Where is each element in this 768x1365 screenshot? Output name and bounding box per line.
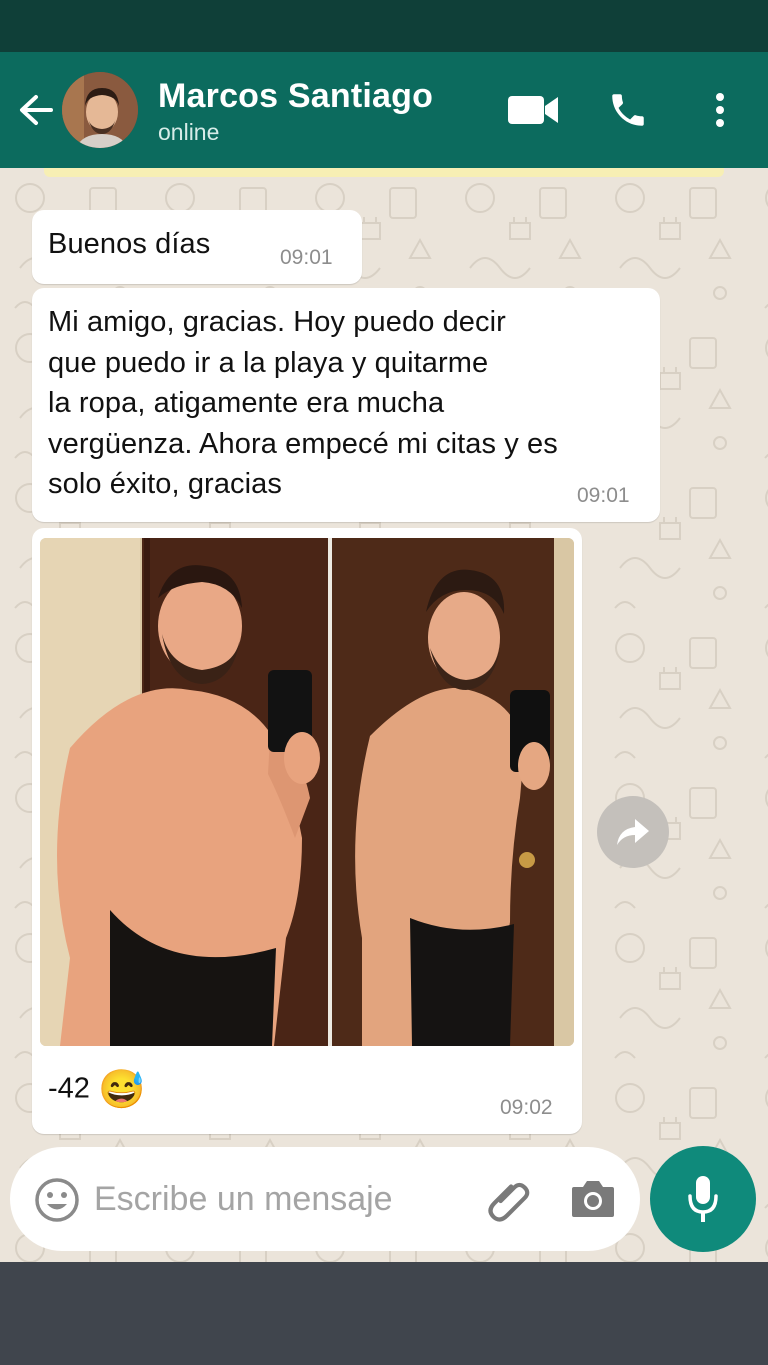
emoji-icon[interactable] — [34, 1177, 80, 1228]
message-line: solo éxito, gracias — [48, 468, 283, 500]
sweat-smile-emoji: 😅 — [97, 1069, 146, 1111]
message-bubble-incoming[interactable]: Mi amigo, gracias. Hoy puedo decir que p… — [32, 288, 660, 522]
video-camera-icon[interactable] — [505, 86, 561, 134]
message-time: 09:02 — [500, 1096, 553, 1119]
photo-caption: -42 😅 — [48, 1068, 145, 1112]
contact-name[interactable]: Marcos Santiago — [158, 77, 433, 116]
message-input[interactable] — [94, 1173, 454, 1225]
chat-header: Marcos Santiago online — [0, 52, 768, 168]
message-text: Buenos días — [48, 228, 211, 260]
message-bubble-image[interactable]: -42 😅 09:02 — [32, 528, 582, 1134]
microphone-icon[interactable] — [650, 1146, 756, 1252]
message-line: Mi amigo, gracias. Hoy puedo decir — [48, 306, 506, 338]
status-bar — [0, 0, 768, 52]
notice-banner — [44, 168, 724, 177]
forward-arrow-icon[interactable] — [597, 796, 669, 868]
more-vertical-icon[interactable] — [706, 86, 734, 134]
message-photo[interactable] — [40, 538, 574, 1046]
camera-icon[interactable] — [570, 1177, 616, 1224]
message-composer — [10, 1147, 640, 1251]
contact-status: online — [158, 119, 220, 145]
phone-icon[interactable] — [604, 86, 652, 134]
message-line: la ropa, atigamente era mucha — [48, 387, 445, 419]
message-bubble-incoming[interactable]: Buenos días 09:01 — [32, 210, 362, 284]
arrow-left-icon[interactable] — [16, 90, 56, 130]
paperclip-icon[interactable] — [484, 1175, 534, 1230]
message-line: vergüenza. Ahora empecé mi citas y es — [48, 427, 558, 460]
navigation-bar — [0, 1262, 768, 1365]
contact-avatar[interactable] — [62, 72, 138, 148]
message-text: Mi amigo, gracias. Hoy puedo decir que p… — [48, 302, 558, 505]
message-line: que puedo ir a la playa y quitarme — [48, 346, 489, 379]
chat-area[interactable]: Buenos días 09:01 Mi amigo, gracias. Hoy… — [0, 168, 768, 1262]
caption-text: -42 — [48, 1072, 90, 1105]
message-time: 09:01 — [280, 246, 333, 269]
message-time: 09:01 — [577, 484, 630, 507]
